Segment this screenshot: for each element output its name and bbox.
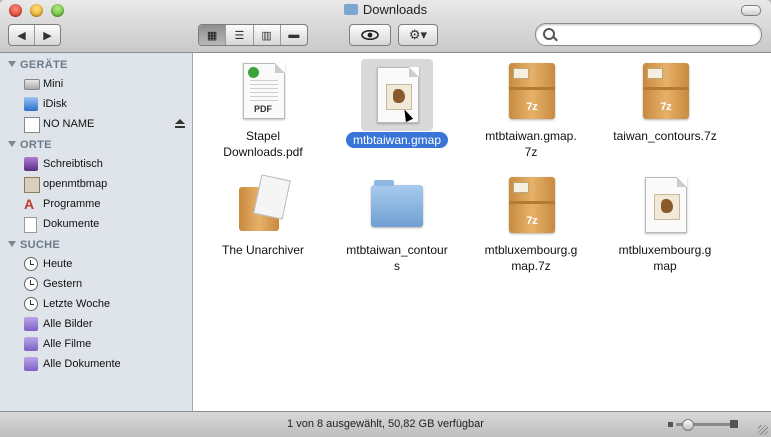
7z-archive-icon: 7z bbox=[633, 59, 697, 123]
smart-folder-icon bbox=[24, 337, 38, 351]
7z-archive-icon: 7z bbox=[499, 59, 563, 123]
slider-knob[interactable] bbox=[682, 419, 694, 431]
file-item-mtbluxembourg-gmap-7z[interactable]: 7z mtbluxembourg.g map.7z bbox=[471, 173, 591, 274]
disclosure-triangle-icon bbox=[8, 241, 16, 247]
file-label: Stapel Downloads.pdf bbox=[223, 129, 303, 159]
file-label: The Unarchiver bbox=[221, 243, 305, 257]
applications-icon: A bbox=[24, 196, 35, 212]
home-icon bbox=[24, 177, 40, 193]
file-item-stapel-downloads[interactable]: PDF Stapel Downloads.pdf bbox=[203, 59, 323, 160]
toolbar: Downloads ◀ ▶ ▦ ☰ ▥ ▬ ⚙▾ bbox=[0, 0, 771, 53]
window-title: Downloads bbox=[0, 2, 771, 17]
desktop-icon bbox=[24, 157, 38, 171]
file-label: mtbtaiwan_contour s bbox=[346, 243, 448, 273]
action-menu-button[interactable]: ⚙▾ bbox=[398, 24, 438, 46]
sidebar-item-gestern[interactable]: Gestern bbox=[0, 274, 192, 294]
file-item-taiwan-contours-7z[interactable]: 7z taiwan_contours.7z bbox=[605, 59, 725, 144]
status-bar: 1 von 8 ausgewählt, 50,82 GB verfügbar bbox=[0, 411, 771, 437]
documents-icon bbox=[24, 217, 37, 233]
disclosure-triangle-icon bbox=[8, 61, 16, 67]
sidebar-item-no-name[interactable]: NO NAME bbox=[0, 114, 192, 134]
idisk-icon bbox=[24, 97, 38, 111]
icon-view-button[interactable]: ▦ bbox=[199, 25, 227, 45]
sidebar-item-alle-dokumente[interactable]: Alle Dokumente bbox=[0, 354, 192, 374]
window-title-text: Downloads bbox=[362, 2, 428, 17]
view-mode-buttons: ▦ ☰ ▥ ▬ bbox=[198, 24, 308, 46]
smart-folder-icon bbox=[24, 317, 38, 331]
eject-icon[interactable] bbox=[174, 119, 186, 129]
resize-grip[interactable] bbox=[758, 425, 768, 435]
sidebar-item-dokumente[interactable]: Dokumente bbox=[0, 214, 192, 234]
file-label: taiwan_contours.7z bbox=[613, 129, 717, 143]
clock-icon bbox=[24, 297, 38, 311]
file-label: mtbluxembourg.g map bbox=[618, 243, 712, 273]
folder-icon bbox=[365, 173, 429, 237]
clock-icon bbox=[24, 257, 38, 271]
sidebar-item-heute[interactable]: Heute bbox=[0, 254, 192, 274]
icon-size-slider[interactable] bbox=[668, 419, 738, 431]
sidebar-item-letzte-woche[interactable]: Letzte Woche bbox=[0, 294, 192, 314]
file-icon-grid: PDF Stapel Downloads.pdf mtbtaiwan.gmap 7… bbox=[193, 53, 771, 411]
sidebar-item-idisk[interactable]: iDisk bbox=[0, 94, 192, 114]
unarchiver-app-icon bbox=[231, 173, 295, 237]
sidebar-section-search[interactable]: SUCHE bbox=[0, 236, 192, 254]
large-icon-size-icon bbox=[730, 420, 738, 428]
coverflow-view-button[interactable]: ▬ bbox=[281, 25, 307, 45]
file-label: mtbtaiwan.gmap. 7z bbox=[485, 129, 577, 159]
column-view-button[interactable]: ▥ bbox=[254, 25, 281, 45]
file-item-mtbtaiwan-contours-folder[interactable]: mtbtaiwan_contour s bbox=[337, 173, 457, 274]
clock-icon bbox=[24, 277, 38, 291]
back-button[interactable]: ◀ bbox=[9, 25, 35, 45]
sidebar-section-places[interactable]: ORTE bbox=[0, 136, 192, 154]
file-item-mtbluxembourg-gmap[interactable]: mtbluxembourg.g map bbox=[605, 173, 725, 274]
small-icon-size-icon bbox=[668, 422, 673, 427]
gmap-document-icon bbox=[633, 173, 697, 237]
sidebar-item-schreibtisch[interactable]: Schreibtisch bbox=[0, 154, 192, 174]
file-label-selected: mtbtaiwan.gmap bbox=[345, 132, 449, 148]
toolbar-toggle-button[interactable] bbox=[741, 5, 761, 16]
sidebar-item-alle-bilder[interactable]: Alle Bilder bbox=[0, 314, 192, 334]
quick-look-button[interactable] bbox=[349, 24, 391, 46]
sidebar-item-alle-filme[interactable]: Alle Filme bbox=[0, 334, 192, 354]
smart-folder-icon bbox=[24, 357, 38, 371]
search-field[interactable] bbox=[535, 23, 762, 46]
search-input[interactable] bbox=[560, 26, 754, 44]
sidebar-item-openmtbmap[interactable]: openmtbmap bbox=[0, 174, 192, 194]
gmap-document-icon bbox=[361, 59, 433, 131]
search-icon bbox=[543, 28, 555, 40]
external-disk-icon bbox=[24, 117, 40, 133]
downloads-folder-icon bbox=[343, 4, 358, 15]
forward-button[interactable]: ▶ bbox=[35, 25, 60, 45]
file-item-mtbtaiwan-gmap-7z[interactable]: 7z mtbtaiwan.gmap. 7z bbox=[471, 59, 591, 160]
file-item-the-unarchiver[interactable]: The Unarchiver bbox=[203, 173, 323, 258]
disclosure-triangle-icon bbox=[8, 141, 16, 147]
finder-window: Downloads ◀ ▶ ▦ ☰ ▥ ▬ ⚙▾ GERÄTE Mini iDi… bbox=[0, 0, 771, 437]
eye-icon bbox=[361, 30, 379, 40]
status-text: 1 von 8 ausgewählt, 50,82 GB verfügbar bbox=[287, 418, 484, 430]
pdf-document-icon: PDF bbox=[231, 59, 295, 123]
sidebar-item-mini[interactable]: Mini bbox=[0, 74, 192, 94]
sidebar-item-programme[interactable]: A Programme bbox=[0, 194, 192, 214]
pdf-badge: PDF bbox=[254, 104, 272, 114]
sidebar-section-devices[interactable]: GERÄTE bbox=[0, 56, 192, 74]
file-label: mtbluxembourg.g map.7z bbox=[484, 243, 578, 273]
hard-disk-icon bbox=[24, 79, 40, 90]
file-item-mtbtaiwan-gmap[interactable]: mtbtaiwan.gmap bbox=[337, 59, 457, 149]
list-view-button[interactable]: ☰ bbox=[226, 25, 254, 45]
7z-archive-icon: 7z bbox=[499, 173, 563, 237]
sidebar: GERÄTE Mini iDisk NO NAME ORTE Schreibti… bbox=[0, 53, 193, 411]
navigation-buttons: ◀ ▶ bbox=[8, 24, 61, 46]
